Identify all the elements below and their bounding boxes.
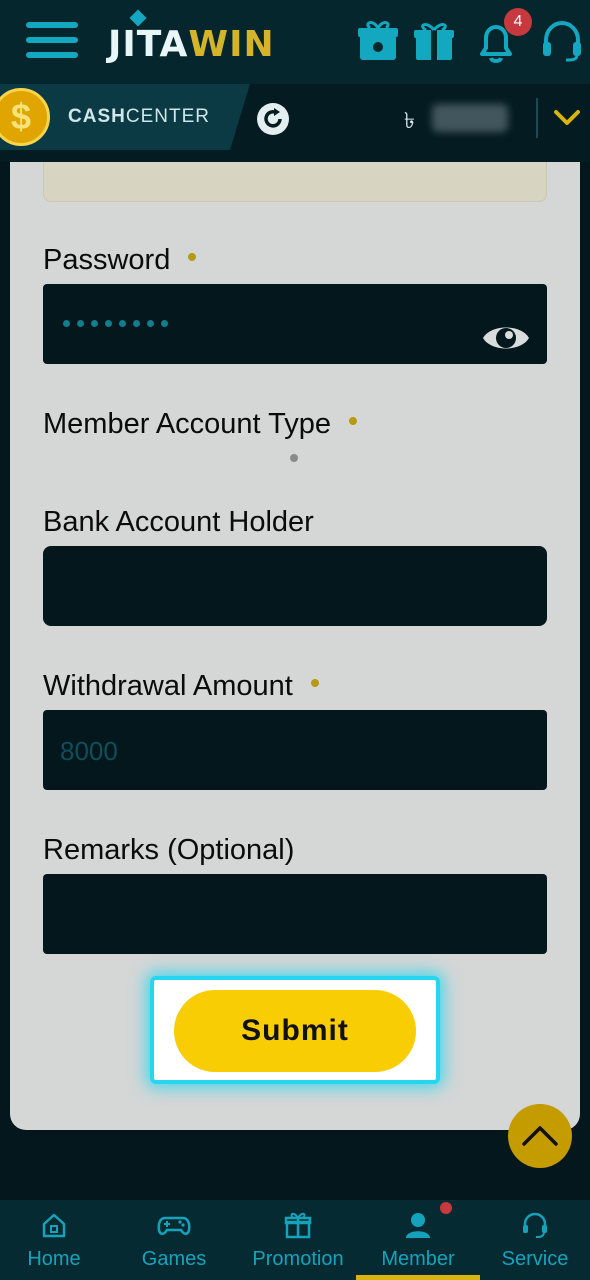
member-account-type-label: Member Account Type bbox=[43, 408, 358, 441]
withdrawal-amount-value: 8000 bbox=[60, 736, 118, 766]
currency-symbol: ৳ bbox=[404, 109, 415, 134]
submit-highlight: Submit bbox=[150, 976, 440, 1084]
cash-center-label: CASHCENTER bbox=[68, 106, 210, 127]
password-mask-dot bbox=[77, 320, 84, 327]
password-mask-dot bbox=[147, 320, 154, 327]
bank-account-holder-label: Bank Account Holder bbox=[43, 506, 314, 538]
required-dot bbox=[310, 679, 319, 688]
bottom-nav: Home Games Promotion Member Service bbox=[0, 1200, 590, 1280]
nav-promotion[interactable]: Promotion bbox=[240, 1200, 356, 1280]
headset-icon bbox=[523, 1212, 547, 1238]
password-mask-dot bbox=[105, 320, 112, 327]
password-mask bbox=[63, 320, 168, 327]
required-dot bbox=[188, 253, 197, 262]
withdrawal-amount-label: Withdrawal Amount bbox=[43, 670, 319, 703]
bank-account-holder-input[interactable] bbox=[43, 546, 547, 626]
cash-center-bar: $ CASHCENTER ৳ bbox=[0, 84, 590, 162]
password-mask-dot bbox=[91, 320, 98, 327]
scroll-to-top-button[interactable] bbox=[508, 1104, 572, 1168]
top-header: JITA WIN 4 bbox=[0, 0, 590, 84]
account-type-option-dot[interactable] bbox=[290, 454, 298, 462]
menu-icon[interactable] bbox=[26, 22, 78, 64]
gift-box-icon[interactable] bbox=[356, 18, 400, 64]
password-input[interactable] bbox=[43, 284, 547, 364]
notification-dot bbox=[438, 1200, 454, 1216]
remarks-input[interactable] bbox=[43, 874, 547, 954]
nav-home[interactable]: Home bbox=[0, 1200, 108, 1280]
password-mask-dot bbox=[119, 320, 126, 327]
gift-icon bbox=[284, 1212, 312, 1239]
submit-button[interactable]: Submit bbox=[174, 990, 416, 1072]
password-mask-dot bbox=[161, 320, 168, 327]
nav-member[interactable]: Member bbox=[356, 1200, 480, 1280]
balance-value-blurred bbox=[432, 104, 508, 132]
required-dot bbox=[349, 417, 358, 426]
remarks-label: Remarks (Optional) bbox=[43, 834, 295, 866]
divider bbox=[536, 98, 538, 138]
nav-games[interactable]: Games bbox=[108, 1200, 240, 1280]
eye-icon[interactable] bbox=[481, 318, 531, 358]
home-icon bbox=[42, 1213, 66, 1238]
gift-icon[interactable] bbox=[412, 18, 456, 64]
password-mask-dot bbox=[133, 320, 140, 327]
password-label: Password bbox=[43, 244, 197, 277]
nav-service[interactable]: Service bbox=[480, 1200, 590, 1280]
previous-field[interactable] bbox=[43, 162, 547, 202]
logo[interactable]: JITA WIN bbox=[108, 9, 275, 68]
chevron-down-icon[interactable] bbox=[552, 108, 582, 128]
notification-badge: 4 bbox=[504, 8, 532, 36]
headset-icon[interactable] bbox=[540, 18, 584, 64]
user-icon bbox=[406, 1213, 430, 1238]
password-mask-dot bbox=[63, 320, 70, 327]
chevron-up-icon bbox=[522, 1126, 558, 1146]
withdrawal-form-card: Password Member Account Type Bank Accoun… bbox=[10, 162, 580, 1130]
withdrawal-amount-input[interactable]: 8000 bbox=[43, 710, 547, 790]
gamepad-icon bbox=[157, 1216, 191, 1235]
refresh-icon[interactable] bbox=[256, 102, 290, 136]
